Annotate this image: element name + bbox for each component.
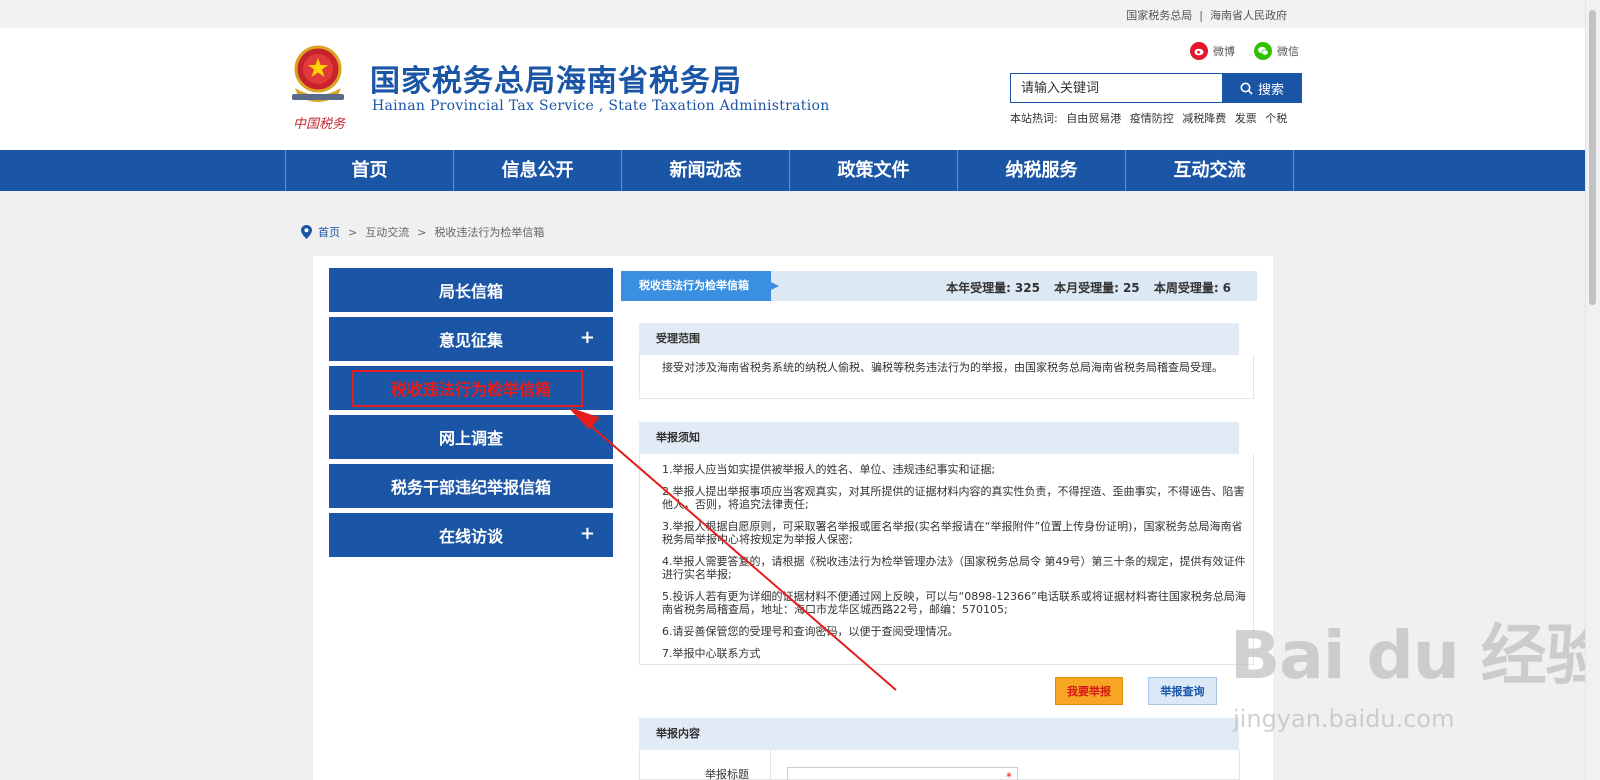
logo-lettering: 中国税务 [293,117,346,132]
tax-emblem-logo[interactable]: 中国税务 [286,44,352,134]
breadcrumb-interaction[interactable]: 互动交流 [365,224,409,240]
sidebar-item-label: 网上调查 [438,429,503,448]
sidebar-item-label: 税务干部违纪举报信箱 [390,478,551,497]
notice-list: 1.举报人应当如实提供被举报人的姓名、单位、违规违纪事实和证据; 2.举报人提出… [639,454,1254,665]
hot-word[interactable]: 疫情防控 [1130,112,1174,125]
top-links: 国家税务总局 | 海南省人民政府 [1126,7,1287,23]
acceptance-stats: 本年受理量: 325 本月受理量: 25 本周受理量: 6 [936,279,1231,296]
weibo-link[interactable]: 微博 [1190,42,1235,60]
notice-item: 6.请妥善保管您的受理号和查询密码，以便于查阅受理情况。 [662,625,959,638]
link-state-tax[interactable]: 国家税务总局 [1126,9,1192,22]
hot-word[interactable]: 个税 [1265,112,1287,125]
search-button[interactable]: 搜索 [1222,73,1302,103]
section-title-tab: 税收违法行为检举信箱 [621,271,779,301]
month-count: 25 [1122,281,1140,295]
wechat-link[interactable]: 微信 [1254,42,1299,60]
nav-interaction[interactable]: 互动交流 [1126,150,1294,191]
notice-item: 7.举报中心联系方式 [662,647,761,660]
notice-item: 4.举报人需要答复的，请根据《税收违法行为检举管理办法》（国家税务总局令 第49… [662,555,1246,581]
sidebar-item-online-interview[interactable]: 在线访谈 + [329,513,613,557]
breadcrumb-sep: > [417,225,427,239]
notice-item: 3.举报人根据自愿原则，可采取署名举报或匿名举报(实名举报请在“举报附件”位置上… [662,520,1243,546]
site-title: 国家税务总局海南省税务局 [370,64,742,99]
report-title-label: 举报标题 [705,768,749,780]
search-button-label: 搜索 [1257,82,1284,98]
nav-policy[interactable]: 政策文件 [790,150,958,191]
baidu-jingyan-watermark: Bai du 经验 [1230,617,1600,694]
scope-heading: 受理范围 [639,323,1239,355]
report-title-input[interactable] [787,767,1018,780]
expand-plus-icon[interactable]: + [580,523,595,544]
week-count-label: 本周受理量: [1153,281,1219,295]
top-utility-bar: 国家税务总局 | 海南省人民政府 [0,0,1585,28]
hot-words-label: 本站热词: [1010,112,1058,125]
weibo-label: 微博 [1213,45,1235,58]
sidebar-item-label: 意见征集 [438,331,503,350]
breadcrumb-current: 税收违法行为检举信箱 [434,226,545,239]
breadcrumb: 首页 > 互动交流 > 税收违法行为检举信箱 [301,224,544,240]
form-divider [770,750,771,780]
hot-word[interactable]: 自由贸易港 [1066,112,1121,125]
weibo-icon [1190,42,1208,60]
report-content-heading: 举报内容 [639,718,1239,750]
month-count-label: 本月受理量: [1054,281,1119,295]
sidebar-item-cadre-discipline-report[interactable]: 税务干部违纪举报信箱 [329,464,613,508]
nav-tax-service[interactable]: 纳税服务 [958,150,1126,191]
report-form: 举报标题 * [639,750,1240,780]
year-count-label: 本年受理量: [946,281,1011,295]
notice-item: 2.举报人提出举报事项应当客观真实，对其所提供的证据材料内容的真实性负责，不得捏… [662,485,1245,511]
location-pin-icon [301,225,312,239]
search-input[interactable] [1010,73,1222,103]
top-separator: | [1199,9,1203,22]
hot-word[interactable]: 发票 [1235,112,1257,125]
required-mark: * [1006,770,1012,780]
site-subtitle-en: Hainan Provincial Tax Service , State Ta… [372,98,830,114]
main-nav: 首页 信息公开 新闻动态 政策文件 纳税服务 互动交流 [0,150,1585,191]
search-icon [1240,82,1253,95]
report-button[interactable]: 我要举报 [1055,677,1123,705]
watermark-url: jingyan.baidu.com [1233,705,1455,733]
nav-news[interactable]: 新闻动态 [622,150,790,191]
scrollbar-thumb[interactable] [1589,10,1596,305]
breadcrumb-home[interactable]: 首页 [318,224,340,240]
report-query-button[interactable]: 举报查询 [1148,677,1217,705]
wechat-icon [1254,42,1272,60]
nav-info-disclosure[interactable]: 信息公开 [454,150,622,191]
nav-home[interactable]: 首页 [286,150,454,191]
site-header: 中国税务 国家税务总局海南省税务局 Hainan Provincial Tax … [0,28,1585,150]
sidebar-item-label: 局长信箱 [438,282,503,301]
scope-text: 接受对涉及海南省税务系统的纳税人偷税、骗税等税务违法行为的举报，由国家税务总局海… [662,361,1223,374]
breadcrumb-sep: > [348,225,358,239]
sidebar-item-label: 在线访谈 [438,527,503,546]
hot-word[interactable]: 减税降费 [1182,112,1226,125]
year-count: 325 [1014,281,1040,295]
sidebar-item-online-survey[interactable]: 网上调查 [329,415,613,459]
week-count: 6 [1222,281,1231,295]
expand-plus-icon[interactable]: + [580,327,595,348]
sidebar-item-director-mailbox[interactable]: 局长信箱 [329,268,613,312]
sidebar-item-opinion-collection[interactable]: 意见征集 + [329,317,613,361]
notice-heading: 举报须知 [639,422,1239,454]
wechat-label: 微信 [1277,45,1299,58]
section-title-bar: 税收违法行为检举信箱 本年受理量: 325 本月受理量: 25 本周受理量: 6 [621,271,1257,301]
highlight-box [352,370,583,407]
link-hainan-gov[interactable]: 海南省人民政府 [1210,9,1287,22]
notice-item: 1.举报人应当如实提供被举报人的姓名、单位、违规违纪事实和证据; [662,463,996,476]
hot-words: 本站热词: 自由贸易港 疫情防控 减税降费 发票 个税 [1010,110,1287,126]
notice-item: 5.投诉人若有更为详细的证据材料不便通过网上反映，可以与“0898-12366”… [662,590,1246,616]
scope-text-box: 接受对涉及海南省税务系统的纳税人偷税、骗税等税务违法行为的举报，由国家税务总局海… [639,355,1254,399]
